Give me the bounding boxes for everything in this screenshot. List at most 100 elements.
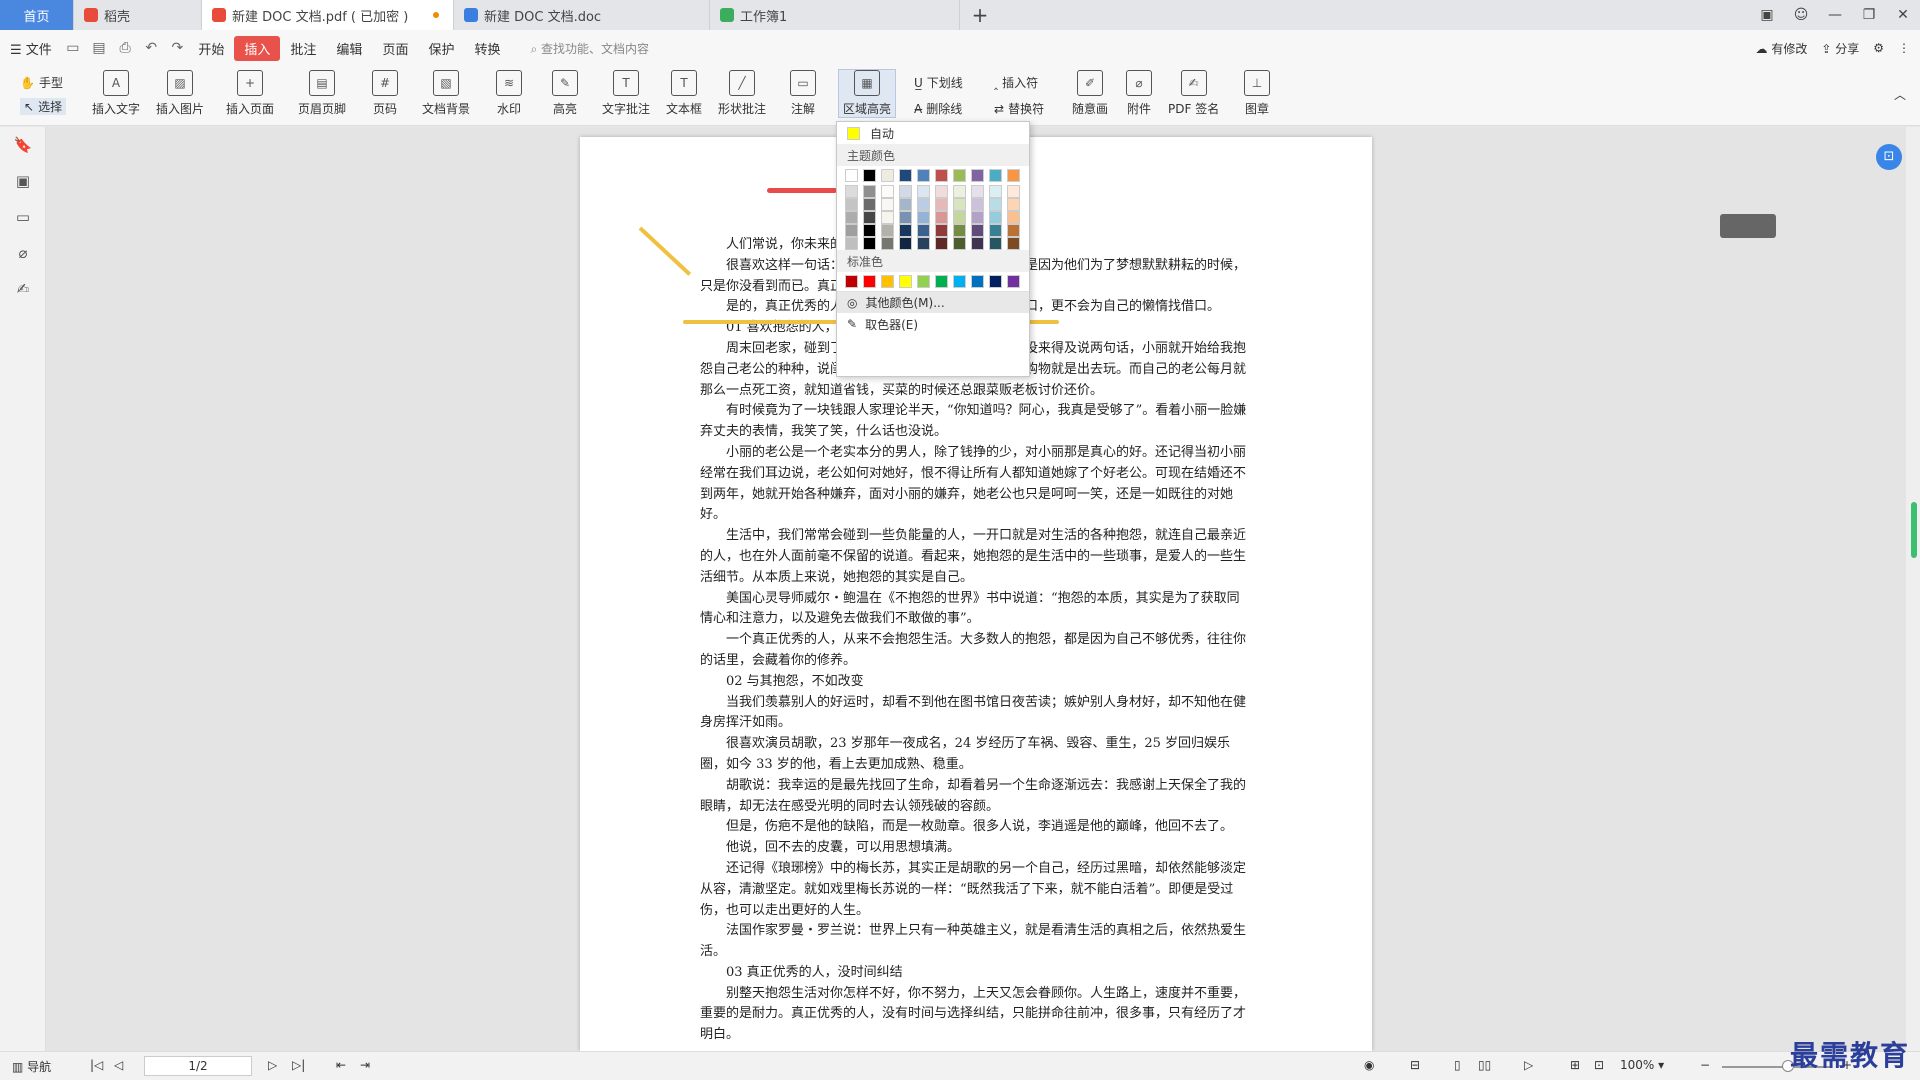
color-swatch[interactable]: [989, 224, 1002, 237]
color-picker-option[interactable]: ✎ 取色器(E): [837, 313, 1029, 335]
page-input[interactable]: 1/2: [144, 1056, 252, 1076]
color-swatch[interactable]: [899, 224, 912, 237]
back-icon[interactable]: ⇤: [336, 1058, 346, 1072]
color-swatch[interactable]: [935, 237, 948, 250]
attachment-button[interactable]: ⌀ 附件: [1126, 70, 1152, 117]
shape-comment-button[interactable]: ╱ 形状批注: [718, 70, 766, 117]
color-swatch[interactable]: [989, 185, 1002, 198]
area-highlight-button[interactable]: ▦ 区域高亮: [838, 69, 897, 118]
vertical-scrollbar[interactable]: [1906, 127, 1920, 1051]
insert-page-button[interactable]: + 插入页面: [226, 70, 274, 117]
prev-page-icon[interactable]: ◁: [114, 1058, 123, 1072]
color-swatch[interactable]: [971, 198, 984, 211]
pdf-signature-button[interactable]: ✍ PDF 签名: [1168, 70, 1219, 117]
zoom-select[interactable]: 100% ▾: [1620, 1058, 1664, 1072]
annotation-button[interactable]: ▭ 注解: [790, 70, 816, 117]
color-swatch[interactable]: [863, 185, 876, 198]
color-swatch[interactable]: [863, 169, 876, 182]
doc-background-button[interactable]: ▧ 文档背景: [422, 70, 470, 117]
color-swatch[interactable]: [845, 185, 858, 198]
color-swatch[interactable]: [881, 185, 894, 198]
highlight-button[interactable]: ✎ 高亮: [552, 70, 578, 117]
color-swatch[interactable]: [899, 198, 912, 211]
fit-page-icon[interactable]: ⊡: [1594, 1058, 1604, 1072]
color-swatch[interactable]: [881, 169, 894, 182]
tab-docer[interactable]: 稻壳: [74, 0, 202, 30]
keyboard-widget[interactable]: [1720, 214, 1776, 238]
tab-home[interactable]: 首页: [0, 0, 74, 30]
save-icon[interactable]: ▤: [88, 40, 110, 56]
new-tab-icon[interactable]: +: [960, 0, 1000, 30]
menu-comment[interactable]: 批注: [280, 39, 326, 58]
color-swatch[interactable]: [989, 275, 1002, 288]
color-swatch[interactable]: [917, 275, 930, 288]
color-swatch[interactable]: [1007, 185, 1020, 198]
color-swatch[interactable]: [935, 211, 948, 224]
auto-color-option[interactable]: 自动: [837, 122, 1029, 144]
fit-width-icon[interactable]: ⊞: [1570, 1058, 1580, 1072]
more-colors-option[interactable]: ◎ 其他颜色(M)...: [837, 291, 1029, 313]
select-tool[interactable]: ↖ 选择: [20, 98, 67, 115]
search-input[interactable]: ⌕ 查找功能、文档内容: [530, 40, 649, 57]
color-swatch[interactable]: [1007, 211, 1020, 224]
watermark-button[interactable]: ≋ 水印: [496, 70, 522, 117]
color-swatch[interactable]: [971, 185, 984, 198]
color-swatch[interactable]: [863, 224, 876, 237]
color-swatch[interactable]: [845, 169, 858, 182]
menu-edit[interactable]: 编辑: [326, 39, 372, 58]
insert-image-button[interactable]: ▨ 插入图片: [156, 70, 204, 117]
menu-page[interactable]: 页面: [372, 39, 418, 58]
collapse-ribbon-icon[interactable]: ︿: [1894, 86, 1906, 103]
double-page-icon[interactable]: ▯▯: [1478, 1058, 1491, 1072]
color-swatch[interactable]: [863, 211, 876, 224]
color-swatch[interactable]: [881, 237, 894, 250]
color-swatch[interactable]: [845, 224, 858, 237]
color-swatch[interactable]: [881, 224, 894, 237]
color-swatch[interactable]: [845, 211, 858, 224]
color-swatch[interactable]: [899, 237, 912, 250]
print-icon[interactable]: ⎙: [114, 40, 136, 56]
color-swatch[interactable]: [935, 169, 948, 182]
color-swatch[interactable]: [935, 185, 948, 198]
header-footer-button[interactable]: ▤ 页眉页脚: [298, 70, 346, 117]
minimize-icon[interactable]: —: [1818, 7, 1852, 23]
color-swatch[interactable]: [935, 275, 948, 288]
color-swatch[interactable]: [917, 169, 930, 182]
single-page-icon[interactable]: ▯: [1454, 1058, 1461, 1072]
color-swatch[interactable]: [863, 198, 876, 211]
caret-button[interactable]: ‸ 插入符: [994, 74, 1038, 91]
stamp-button[interactable]: ⊥ 图章: [1244, 70, 1270, 117]
hand-tool[interactable]: ✋ 手型: [20, 74, 63, 91]
color-swatch[interactable]: [899, 211, 912, 224]
forward-icon[interactable]: ⇥: [360, 1058, 370, 1072]
color-swatch[interactable]: [863, 275, 876, 288]
restore-icon[interactable]: ❐: [1852, 7, 1886, 23]
color-swatch[interactable]: [953, 211, 966, 224]
menu-insert[interactable]: 插入: [234, 35, 281, 61]
menu-file[interactable]: ☰ 文件: [0, 39, 62, 58]
close-icon[interactable]: ✕: [1886, 7, 1920, 23]
zoom-out-icon[interactable]: −: [1700, 1058, 1710, 1072]
color-swatch[interactable]: [917, 198, 930, 211]
color-swatch[interactable]: [1007, 169, 1020, 182]
color-swatch[interactable]: [971, 211, 984, 224]
share-button[interactable]: ⇪ 分享: [1821, 40, 1859, 57]
color-swatch[interactable]: [899, 185, 912, 198]
next-page-icon[interactable]: ▷: [268, 1058, 277, 1072]
split-icon[interactable]: ⊟: [1410, 1058, 1420, 1072]
color-swatch[interactable]: [863, 237, 876, 250]
textbox-button[interactable]: T 文本框: [666, 70, 702, 117]
menu-convert[interactable]: 转换: [464, 39, 510, 58]
color-swatch[interactable]: [899, 169, 912, 182]
color-swatch[interactable]: [935, 224, 948, 237]
color-swatch[interactable]: [917, 185, 930, 198]
color-swatch[interactable]: [989, 198, 1002, 211]
thumbnail-icon[interactable]: ▣: [0, 163, 46, 199]
undo-icon[interactable]: ↶: [140, 40, 162, 56]
comment-icon[interactable]: ▭: [0, 199, 46, 235]
play-icon[interactable]: ▷: [1524, 1058, 1533, 1072]
open-icon[interactable]: ▭: [62, 40, 84, 56]
color-swatch[interactable]: [971, 169, 984, 182]
color-swatch[interactable]: [1007, 198, 1020, 211]
color-swatch[interactable]: [989, 237, 1002, 250]
